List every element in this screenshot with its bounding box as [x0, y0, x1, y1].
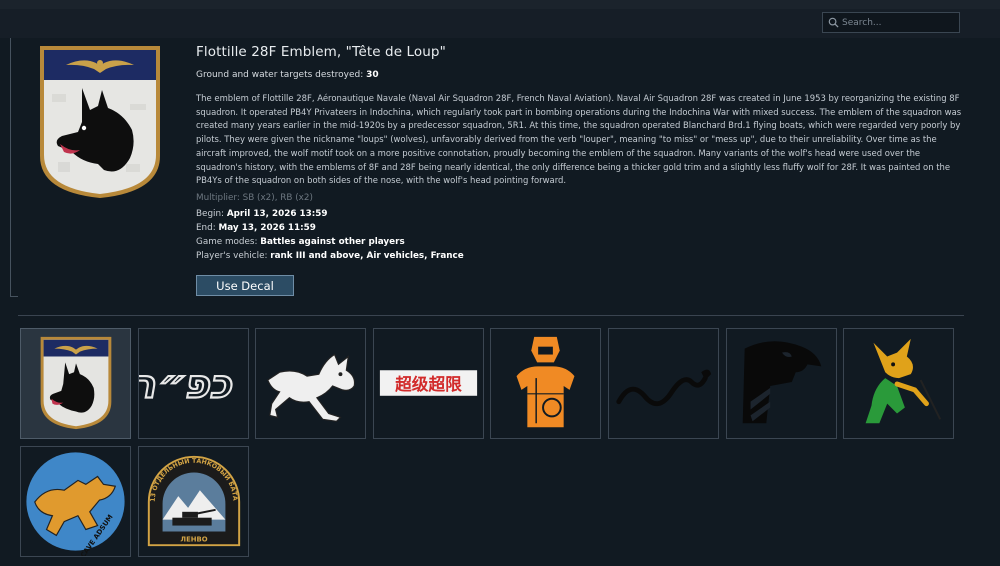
decal-tile-tank-battalion[interactable]: 13 ОТДЕЛЬНЫЙ ТАНКОВЫЙ БАТАЛЬОН ЛЕНВО	[138, 446, 249, 557]
decal-preview-image	[40, 46, 160, 198]
targets-value: 30	[366, 70, 379, 80]
decal-tile-eagle[interactable]	[726, 328, 837, 439]
decal-tile-goblin[interactable]	[843, 328, 954, 439]
decal-tile-cave-adsum[interactable]: CAVE ADSUM	[20, 446, 131, 557]
tank-battalion-icon: 13 ОТДЕЛЬНЫЙ ТАНКОВЫЙ БАТАЛЬОН ЛЕНВО	[139, 447, 241, 547]
use-decal-button[interactable]: Use Decal	[196, 275, 294, 296]
search-box[interactable]	[822, 12, 960, 33]
battalion-text-bottom: ЛЕНВО	[180, 535, 207, 543]
vehicle-value: rank III and above, Air vehicles, France	[270, 251, 464, 261]
game-modes-row: Game modes: Battles against other player…	[196, 237, 405, 247]
panel-border	[10, 38, 11, 296]
vehicle-label: Player's vehicle:	[196, 251, 268, 261]
begin-value: April 13, 2026 13:59	[226, 209, 328, 219]
end-label: End:	[196, 223, 216, 233]
search-icon	[828, 17, 839, 28]
donkey-icon	[267, 353, 356, 422]
end-value: May 13, 2026 11:59	[218, 223, 316, 233]
end-row: End: May 13, 2026 11:59	[196, 223, 316, 233]
cave-adsum-icon: CAVE ADSUM	[26, 452, 125, 556]
decal-tile-snake[interactable]	[608, 328, 719, 439]
decal-description: The emblem of Flottille 28F, Aéronautiqu…	[196, 93, 962, 186]
hebrew-letters-icon: כפ״ר	[139, 361, 239, 409]
game-modes-label: Game modes:	[196, 237, 258, 247]
wolf-emblem-icon	[40, 336, 112, 430]
decal-tile-donkey[interactable]	[255, 328, 366, 439]
hebrew-text: כפ״ר	[139, 362, 238, 408]
chinese-characters-icon: 超级超限	[379, 370, 478, 396]
chinese-text: 超级超限	[394, 374, 462, 394]
decal-tile-wolf[interactable]	[20, 328, 131, 439]
decal-tile-chinese[interactable]: 超级超限	[373, 328, 484, 439]
decal-tile-warrior[interactable]	[490, 328, 601, 439]
panel-border-foot	[10, 296, 18, 297]
top-bar-strip	[0, 0, 1000, 9]
goblin-icon	[865, 338, 942, 424]
game-modes-value: Battles against other players	[260, 237, 405, 247]
snake-icon	[616, 369, 712, 407]
search-input[interactable]	[842, 17, 957, 28]
begin-row: Begin: April 13, 2026 13:59	[196, 209, 328, 219]
begin-label: Begin:	[196, 209, 225, 219]
decal-tile-hebrew[interactable]: כפ״ר	[138, 328, 249, 439]
eagle-head-icon	[742, 341, 822, 424]
warrior-icon	[516, 336, 575, 428]
decal-title: Flottille 28F Emblem, "Tête de Loup"	[196, 44, 446, 60]
unlock-condition: Ground and water targets destroyed: 30	[196, 70, 379, 80]
divider	[18, 315, 964, 316]
targets-label: Ground and water targets destroyed:	[196, 70, 364, 80]
multiplier-text: Multiplier: SB (x2), RB (x2)	[196, 193, 313, 203]
top-bar	[0, 0, 1000, 38]
vehicle-row: Player's vehicle: rank III and above, Ai…	[196, 251, 464, 261]
